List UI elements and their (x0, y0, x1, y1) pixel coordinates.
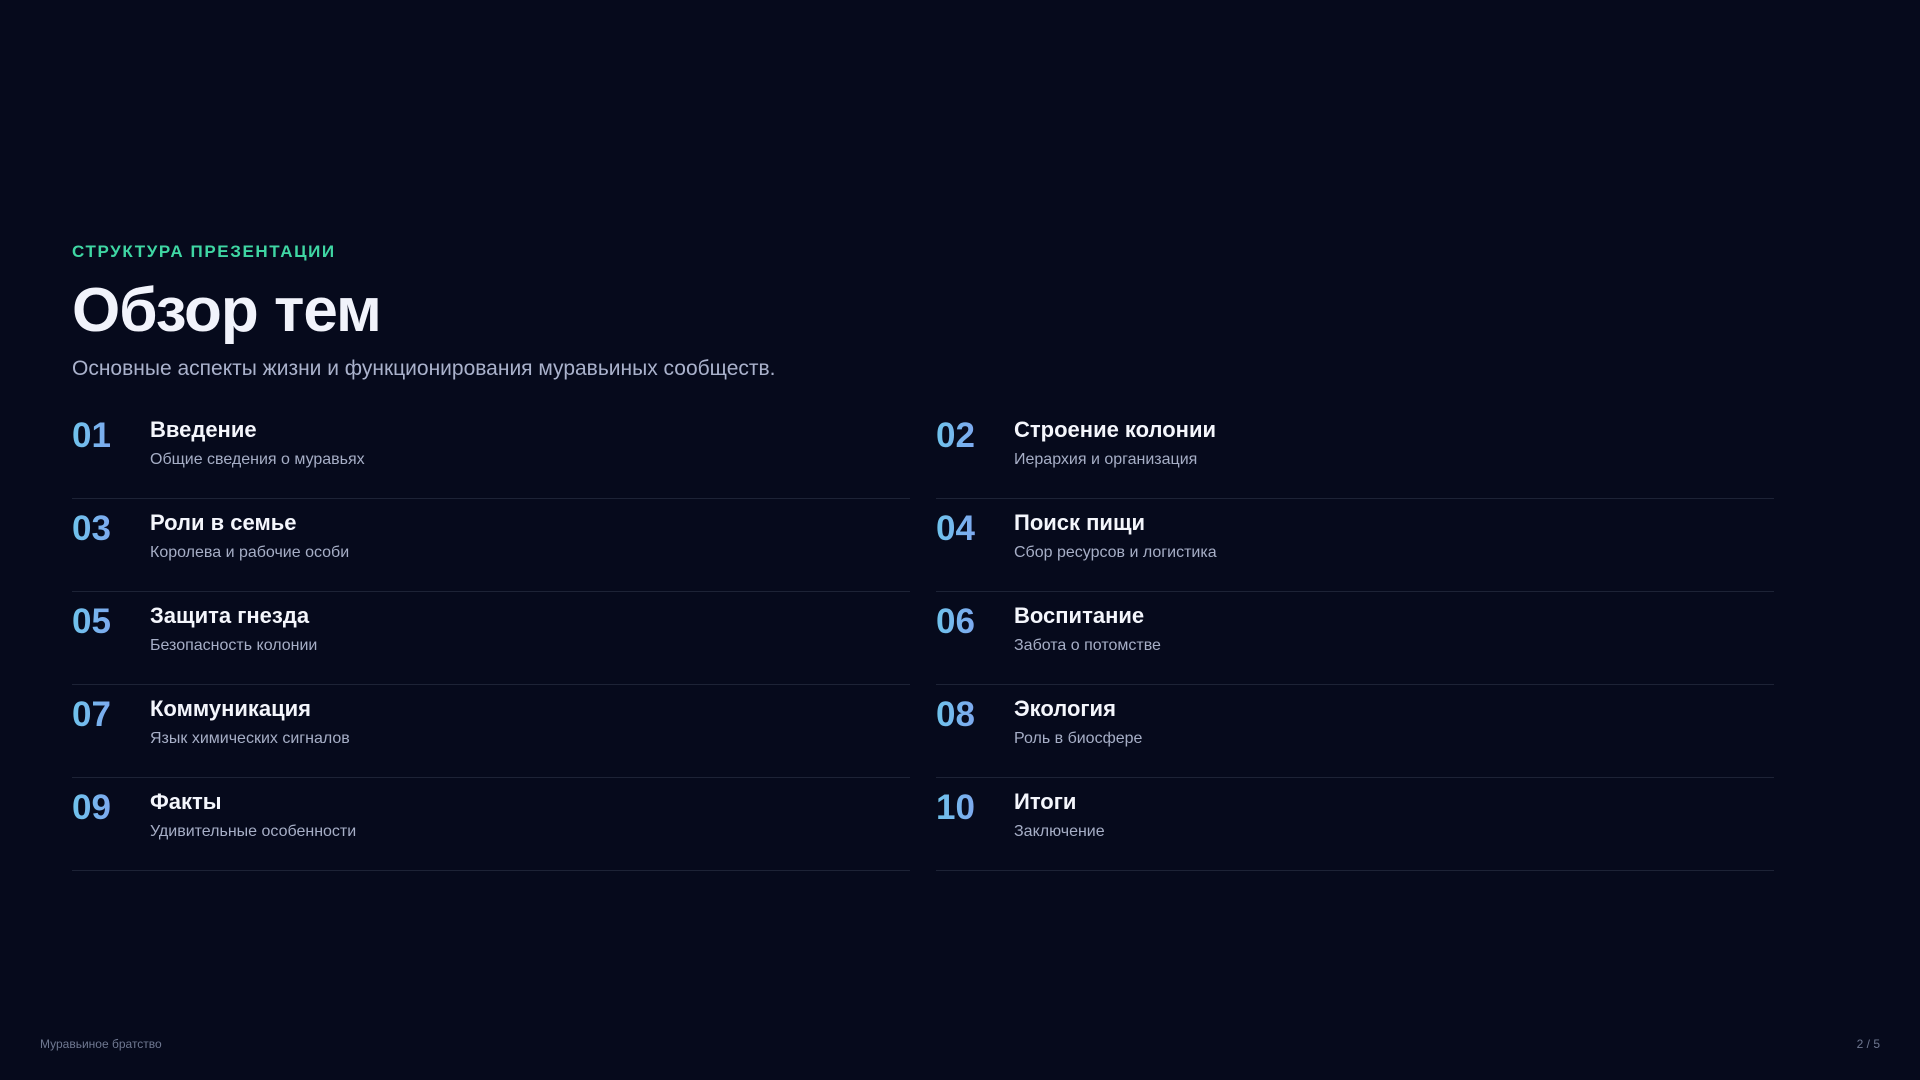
topic-item: 03 Роли в семье Королева и рабочие особи (72, 499, 910, 592)
topic-item: 01 Введение Общие сведения о муравьях (72, 406, 910, 499)
topic-number: 09 (72, 786, 150, 830)
topic-number: 06 (936, 600, 1014, 644)
topic-title: Поиск пищи (1014, 510, 1146, 535)
topic-number: 03 (72, 507, 150, 551)
topic-description: Роль в биосфере (1014, 730, 1143, 747)
topic-item: 06 Воспитание Забота о потомстве (936, 592, 1774, 685)
topic-title: Итоги (1014, 789, 1077, 814)
topic-text: Итоги Заключение (1014, 786, 1105, 844)
topic-item: 04 Поиск пищи Сбор ресурсов и логистика (936, 499, 1774, 592)
topic-title: Роли в семье (150, 510, 297, 535)
topic-description: Заключение (1014, 823, 1105, 840)
slide: СТРУКТУРА ПРЕЗЕНТАЦИИ Обзор тем Основные… (0, 0, 1920, 1080)
topic-description: Иерархия и организация (1014, 451, 1198, 468)
page-title: Обзор тем (72, 276, 382, 345)
page-subtitle: Основные аспекты жизни и функционировани… (72, 357, 776, 380)
section-eyebrow: СТРУКТУРА ПРЕЗЕНТАЦИИ (72, 242, 336, 261)
topic-title: Коммуникация (150, 696, 312, 721)
footer-brand: Муравьиное братство (40, 1037, 162, 1051)
topic-number: 05 (72, 600, 150, 644)
topic-number: 04 (936, 507, 1014, 551)
topic-text: Роли в семье Королева и рабочие особи (150, 507, 349, 565)
topic-number: 08 (936, 693, 1014, 737)
topic-number: 02 (936, 414, 1014, 458)
topic-item: 09 Факты Удивительные особенности (72, 778, 910, 871)
topic-text: Строение колонии Иерархия и организация (1014, 414, 1216, 472)
topic-title: Экология (1014, 696, 1116, 721)
topic-item: 07 Коммуникация Язык химических сигналов (72, 685, 910, 778)
topic-text: Экология Роль в биосфере (1014, 693, 1142, 751)
topic-title: Введение (150, 417, 257, 442)
topic-description: Забота о потомстве (1014, 637, 1161, 654)
topic-description: Язык химических сигналов (150, 730, 350, 747)
topic-item: 02 Строение колонии Иерархия и организац… (936, 406, 1774, 499)
page-indicator: 2 / 5 (1856, 1037, 1880, 1051)
slide-content: СТРУКТУРА ПРЕЗЕНТАЦИИ Обзор тем Основные… (72, 240, 1774, 871)
topic-number: 07 (72, 693, 150, 737)
topic-description: Безопасность колонии (150, 637, 318, 654)
topic-number: 01 (72, 414, 150, 458)
topic-item: 05 Защита гнезда Безопасность колонии (72, 592, 910, 685)
topic-text: Коммуникация Язык химических сигналов (150, 693, 350, 751)
topic-text: Воспитание Забота о потомстве (1014, 600, 1161, 658)
topic-description: Общие сведения о муравьях (150, 451, 365, 468)
topic-title: Защита гнезда (150, 603, 310, 628)
topic-title: Строение колонии (1014, 417, 1217, 442)
topic-description: Королева и рабочие особи (150, 544, 350, 561)
topic-number: 10 (936, 786, 1014, 830)
topic-text: Защита гнезда Безопасность колонии (150, 600, 317, 658)
topic-item: 08 Экология Роль в биосфере (936, 685, 1774, 778)
topic-text: Введение Общие сведения о муравьях (150, 414, 365, 472)
topic-text: Факты Удивительные особенности (150, 786, 356, 844)
topics-grid: 01 Введение Общие сведения о муравьях 02… (72, 406, 1774, 871)
topic-title: Факты (150, 789, 222, 814)
topic-description: Удивительные особенности (150, 823, 357, 840)
topic-item: 10 Итоги Заключение (936, 778, 1774, 871)
topic-description: Сбор ресурсов и логистика (1014, 544, 1217, 561)
topic-title: Воспитание (1014, 603, 1145, 628)
topic-text: Поиск пищи Сбор ресурсов и логистика (1014, 507, 1217, 565)
